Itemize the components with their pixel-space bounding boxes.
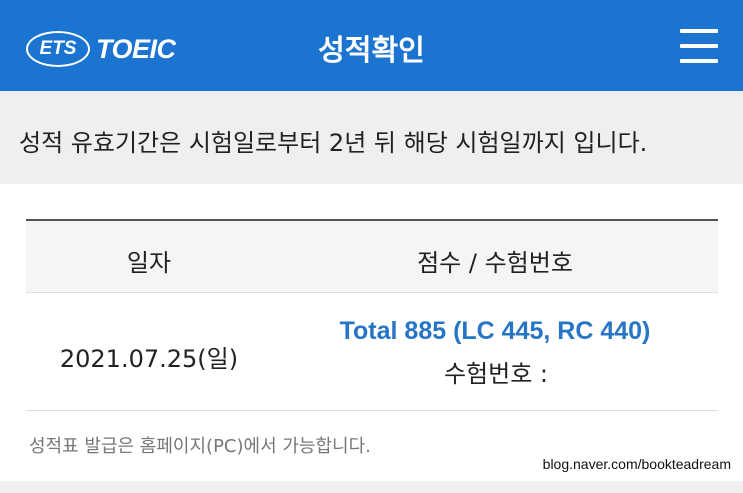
score-cell: Total 885 (LC 445, RC 440) 수험번호 : bbox=[272, 317, 718, 389]
blog-watermark: blog.naver.com/bookteadream bbox=[542, 456, 731, 472]
exam-date: 2021.07.25(일) bbox=[59, 345, 239, 373]
score-table: 일자 점수 / 수험번호 2021.07.25(일) Total 885 (LC… bbox=[26, 219, 718, 411]
certificate-footnote: 성적표 발급은 홈페이지(PC)에서 가능합니다. bbox=[29, 436, 371, 457]
score-link[interactable]: Total 885 (LC 445, RC 440) bbox=[272, 317, 718, 346]
column-header-date: 일자 bbox=[126, 249, 172, 277]
validity-notice: 성적 유효기간은 시험일로부터 2년 뒤 해당 시험일까지 입니다. bbox=[0, 91, 743, 184]
menu-bar bbox=[680, 44, 718, 48]
menu-bar bbox=[680, 59, 718, 63]
exam-number-label: 수험번호 : bbox=[443, 360, 549, 388]
page-title: 성적확인 bbox=[318, 33, 425, 67]
table-header: 일자 점수 / 수험번호 bbox=[26, 221, 718, 293]
table-row: 2021.07.25(일) Total 885 (LC 445, RC 440)… bbox=[26, 293, 718, 411]
hamburger-menu-icon[interactable] bbox=[680, 29, 718, 63]
validity-notice-text: 성적 유효기간은 시험일로부터 2년 뒤 해당 시험일까지 입니다. bbox=[19, 129, 648, 157]
column-header-score: 점수 / 수험번호 bbox=[417, 249, 573, 277]
bottom-divider bbox=[0, 481, 743, 493]
menu-bar bbox=[680, 29, 718, 33]
app-header: ETS TOEIC 성적확인 bbox=[0, 0, 743, 91]
